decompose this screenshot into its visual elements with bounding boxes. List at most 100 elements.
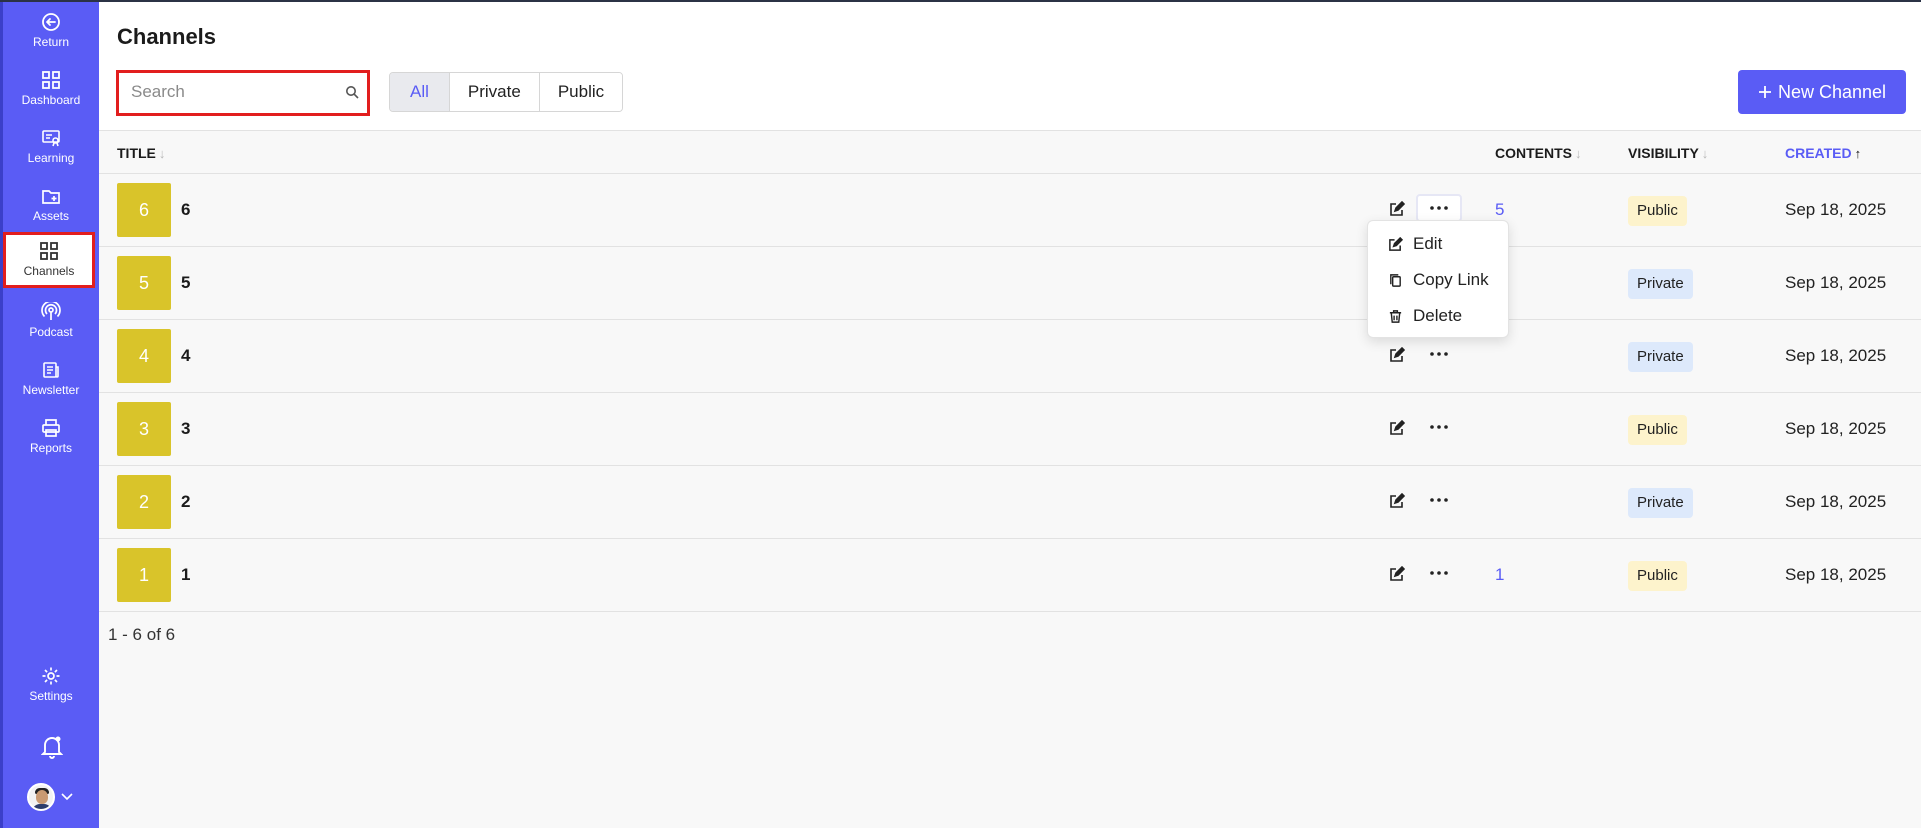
column-created-label: CREATED [1785,145,1852,161]
visibility-badge: Public [1628,561,1687,591]
edit-icon[interactable] [1389,420,1405,436]
created-date: Sep 18, 2025 [1785,565,1887,584]
channel-thumbnail: 6 [117,183,171,237]
menu-item-label: Edit [1413,234,1443,253]
column-visibility[interactable]: VISIBILITY ↓ [1628,145,1708,161]
channel-title[interactable]: 4 [181,346,190,366]
notifications-button[interactable] [40,735,64,764]
channel-title[interactable]: 1 [181,565,190,585]
new-channel-button[interactable]: New Channel [1738,70,1906,114]
column-contents-label: CONTENTS [1495,145,1572,161]
chevron-down-icon [61,793,73,801]
sidebar-item-label: Reports [29,441,73,455]
sidebar-item-return[interactable]: Return [3,12,99,49]
sidebar-item-channels[interactable]: Channels [3,232,95,288]
sidebar-item-label: Channels [23,264,75,278]
table-row[interactable]: 5 5 Private Sep 18, 2025 [99,247,1921,320]
new-channel-label: New Channel [1777,81,1887,102]
sidebar-item-assets[interactable]: Assets [3,186,99,223]
menu-item-label: Copy Link [1413,270,1489,289]
menu-item-label: Delete [1413,306,1463,325]
pagination-summary: 1 - 6 of 6 [108,625,176,644]
created-date: Sep 18, 2025 [1785,346,1887,365]
menu-item-copy-link[interactable]: Copy Link [1368,263,1508,297]
channel-thumbnail: 4 [117,329,171,383]
dashboard-icon [42,71,60,89]
visibility-filter: All Private Public [389,72,624,112]
contents-count[interactable]: 1 [1495,565,1504,585]
sidebar-item-podcast[interactable]: Podcast [3,302,99,339]
table-row[interactable]: 1 1 1 Public Sep 18, 2025 [99,539,1921,612]
more-options-button[interactable] [1416,486,1462,514]
more-horizontal-icon [1430,571,1448,575]
menu-item-delete[interactable]: Delete [1368,299,1508,333]
plus-icon [1758,86,1771,98]
podcast-icon [41,302,61,320]
more-horizontal-icon [1430,206,1448,210]
more-options-button[interactable] [1416,340,1462,368]
column-title-label: TITLE [117,145,156,161]
filter-all[interactable]: All [390,73,450,111]
column-created[interactable]: CREATED ↑ [1785,145,1861,161]
sidebar-item-label: Settings [29,689,73,703]
sidebar-item-settings[interactable]: Settings [3,666,99,703]
channel-title[interactable]: 5 [181,273,190,293]
created-date: Sep 18, 2025 [1785,492,1887,511]
filter-private[interactable]: Private [449,73,540,111]
visibility-badge: Public [1628,196,1687,226]
sidebar-item-label: Dashboard [21,93,81,107]
search-input[interactable] [131,73,331,111]
page-header: Channels All Private Public New Channel [99,2,1921,131]
channel-title[interactable]: 2 [181,492,190,512]
sidebar-item-learning[interactable]: Learning [3,128,99,165]
channel-title[interactable]: 6 [181,200,190,220]
channel-thumbnail: 2 [117,475,171,529]
more-options-button[interactable] [1416,194,1462,222]
sidebar-item-label: Learning [27,151,75,165]
table-row[interactable]: 4 4 Private Sep 18, 2025 [99,320,1921,393]
newsletter-icon [43,362,59,378]
trash-icon [1389,309,1402,323]
edit-icon[interactable] [1389,201,1405,217]
sort-arrow-up-icon: ↑ [1854,146,1862,161]
row-context-menu: Edit Copy Link Delete [1367,220,1509,338]
more-horizontal-icon [1430,425,1448,429]
sidebar-item-dashboard[interactable]: Dashboard [3,70,99,107]
table-row[interactable]: 3 3 Public Sep 18, 2025 [99,393,1921,466]
filter-public[interactable]: Public [539,73,623,111]
visibility-badge: Private [1628,342,1693,372]
contents-count[interactable]: 5 [1495,200,1504,220]
assets-folder-icon [42,190,60,204]
bell-icon [40,736,64,759]
table-row[interactable]: 2 2 Private Sep 18, 2025 [99,466,1921,539]
visibility-badge: Public [1628,415,1687,445]
copy-icon [1390,273,1401,287]
sidebar-item-label: Newsletter [22,383,80,397]
edit-icon[interactable] [1389,493,1405,509]
search-icon [346,86,359,99]
menu-item-edit[interactable]: Edit [1368,227,1508,261]
column-contents[interactable]: CONTENTS ↓ [1495,145,1582,161]
table-row[interactable]: 6 6 5 Public Sep 18, 2025 [99,174,1921,247]
edit-icon [1389,236,1403,251]
created-date: Sep 18, 2025 [1785,200,1887,219]
more-horizontal-icon [1430,352,1448,356]
channel-thumbnail: 1 [117,548,171,602]
created-date: Sep 18, 2025 [1785,419,1887,438]
channel-thumbnail: 5 [117,256,171,310]
sidebar-item-label: Return [32,35,70,49]
learning-icon [42,130,60,147]
user-menu[interactable] [27,783,73,811]
channel-title[interactable]: 3 [181,419,190,439]
more-options-button[interactable] [1416,413,1462,441]
search-field[interactable] [116,70,370,116]
sidebar-item-reports[interactable]: Reports [3,418,99,455]
edit-icon[interactable] [1389,347,1405,363]
edit-icon[interactable] [1389,566,1405,582]
column-title[interactable]: TITLE ↓ [117,145,165,161]
sidebar-item-newsletter[interactable]: Newsletter [3,360,99,397]
more-options-button[interactable] [1416,559,1462,587]
gear-icon [42,667,60,685]
sidebar-item-label: Assets [32,209,69,223]
avatar [27,783,55,811]
